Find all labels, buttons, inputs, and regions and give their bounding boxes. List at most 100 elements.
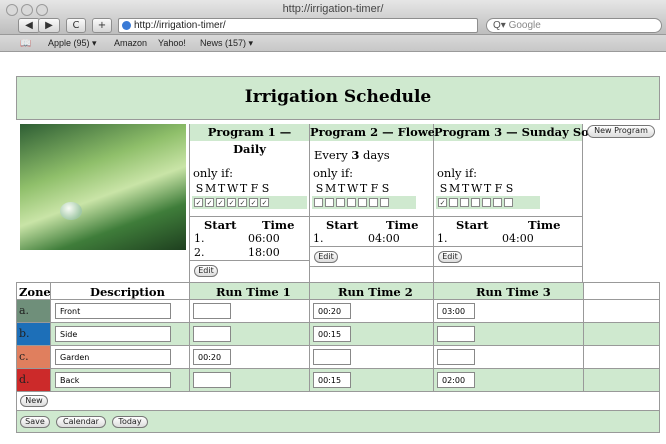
program-2-start-1-num: 1.	[313, 232, 324, 245]
bookmark-amazon[interactable]: Amazon	[114, 38, 147, 48]
browser-toolbar: ◀ ▶ C + http://irrigation-timer/ Q▾ Goog…	[0, 17, 666, 34]
day-checkbox[interactable]	[314, 198, 323, 207]
program-3-edit-button[interactable]: Edit	[438, 251, 462, 263]
program-1-day-checkboxes: ✓ ✓ ✓ ✓ ✓ ✓ ✓	[192, 196, 307, 209]
page-title: Irrigation Schedule	[244, 87, 432, 107]
program-1-start-1-num: 1.	[194, 232, 205, 245]
day-checkbox[interactable]: ✓	[205, 198, 214, 207]
zone-description-input[interactable]: Side	[55, 326, 171, 342]
book-icon[interactable]: 📖	[20, 38, 31, 49]
day-letter: T	[239, 182, 248, 195]
run-time-2-input[interactable]: 00:20	[313, 303, 351, 319]
program-3-time-header: Time	[528, 218, 561, 232]
program-1-start-2-num: 2.	[194, 246, 205, 259]
divider	[190, 216, 309, 217]
run-time-1-input[interactable]: 00:20	[193, 349, 231, 365]
program-1-edit-button[interactable]: Edit	[194, 265, 218, 277]
divider	[434, 246, 582, 247]
bookmark-apple[interactable]: Apple (95) ▾	[48, 38, 97, 49]
calendar-button[interactable]: Calendar	[56, 416, 106, 428]
zone-label: a.	[17, 300, 50, 322]
column-separator	[189, 283, 190, 391]
day-checkbox[interactable]	[358, 198, 367, 207]
address-text: http://irrigation-timer/	[134, 20, 226, 31]
day-letter: T	[337, 182, 346, 195]
divider	[190, 260, 309, 261]
day-checkbox[interactable]	[369, 198, 378, 207]
run-time-2-input[interactable]: 00:15	[313, 372, 351, 388]
day-checkbox[interactable]	[336, 198, 345, 207]
day-letter: S	[261, 182, 270, 195]
leaf-photo	[20, 124, 186, 250]
day-checkbox[interactable]	[460, 198, 469, 207]
run-time-1-input[interactable]	[193, 303, 231, 319]
back-button[interactable]: ◀	[18, 18, 40, 33]
column-separator	[433, 283, 434, 391]
run-time-1-header: Run Time 1	[216, 285, 291, 299]
zone-header: Zone	[19, 285, 51, 299]
day-checkbox[interactable]: ✓	[227, 198, 236, 207]
browser-window: http://irrigation-timer/ ◀ ▶ C + http://…	[0, 0, 666, 444]
program-2-edit-button[interactable]: Edit	[314, 251, 338, 263]
day-letter: M	[205, 182, 217, 195]
day-checkbox[interactable]	[380, 198, 389, 207]
run-time-3-input[interactable]	[437, 349, 475, 365]
add-bookmark-button[interactable]: +	[92, 18, 112, 33]
day-checkbox[interactable]	[347, 198, 356, 207]
day-letter: W	[471, 182, 483, 195]
title-band: Irrigation Schedule	[16, 76, 660, 120]
run-time-1-input[interactable]	[193, 326, 231, 342]
day-checkbox[interactable]: ✓	[238, 198, 247, 207]
day-checkbox[interactable]: ✓	[260, 198, 269, 207]
bookmark-news[interactable]: News (157) ▾	[200, 38, 253, 49]
zone-description-input[interactable]: Back	[55, 372, 171, 388]
forward-button[interactable]: ▶	[38, 18, 60, 33]
day-checkbox[interactable]: ✓	[194, 198, 203, 207]
divider	[310, 216, 433, 217]
day-checkbox[interactable]	[504, 198, 513, 207]
search-field[interactable]: Q▾ Google	[486, 18, 662, 33]
zone-description-input[interactable]: Garden	[55, 349, 171, 365]
new-program-button[interactable]: New Program	[587, 125, 655, 138]
day-checkbox[interactable]	[493, 198, 502, 207]
day-checkbox[interactable]: ✓	[249, 198, 258, 207]
program-2-title: Program 2 — Flowers	[310, 124, 448, 141]
program-2-time-header: Time	[386, 218, 419, 232]
program-3-day-checkboxes: ✓	[436, 196, 540, 209]
day-checkbox[interactable]	[482, 198, 491, 207]
run-time-2-input[interactable]	[313, 349, 351, 365]
save-button[interactable]: Save	[20, 416, 50, 428]
new-zone-button[interactable]: New	[20, 395, 48, 407]
bookmarks-bar: 📖 Apple (95) ▾ Amazon Yahoo! News (157) …	[0, 35, 666, 52]
zone-description-input[interactable]: Front	[55, 303, 171, 319]
run-time-2-input[interactable]: 00:15	[313, 326, 351, 342]
program-1-start-1-time: 06:00	[248, 232, 280, 245]
day-checkbox[interactable]	[471, 198, 480, 207]
run-time-1-input[interactable]	[193, 372, 231, 388]
day-checkbox[interactable]	[325, 198, 334, 207]
day-letter: S	[381, 182, 390, 195]
day-checkbox[interactable]: ✓	[216, 198, 225, 207]
program-1-day-letters: SMTWTFS	[194, 182, 271, 195]
run-time-2-header: Run Time 2	[338, 285, 413, 299]
title-bar: http://irrigation-timer/ ◀ ▶ C + http://…	[0, 0, 666, 35]
run-time-3-input[interactable]: 02:00	[437, 372, 475, 388]
program-2-interval: Every 3 days	[314, 148, 390, 162]
day-letter: F	[370, 182, 379, 195]
day-checkbox[interactable]: ✓	[438, 198, 447, 207]
day-checkbox[interactable]	[449, 198, 458, 207]
program-3-only-if: only if:	[437, 166, 477, 180]
day-letter: S	[315, 182, 324, 195]
run-time-3-input[interactable]: 03:00	[437, 303, 475, 319]
program-3-start-1-num: 1.	[437, 232, 448, 245]
today-button[interactable]: Today	[112, 416, 148, 428]
bookmark-yahoo[interactable]: Yahoo!	[158, 38, 186, 48]
program-2-only-if: only if:	[313, 166, 353, 180]
program-3-start-1-time: 04:00	[502, 232, 534, 245]
run-time-3-input[interactable]	[437, 326, 475, 342]
address-bar[interactable]: http://irrigation-timer/	[118, 18, 478, 33]
program-2-day-checkboxes	[312, 196, 416, 209]
water-drop-icon	[60, 202, 82, 220]
day-letter: M	[449, 182, 461, 195]
reload-button[interactable]: C	[66, 18, 86, 33]
